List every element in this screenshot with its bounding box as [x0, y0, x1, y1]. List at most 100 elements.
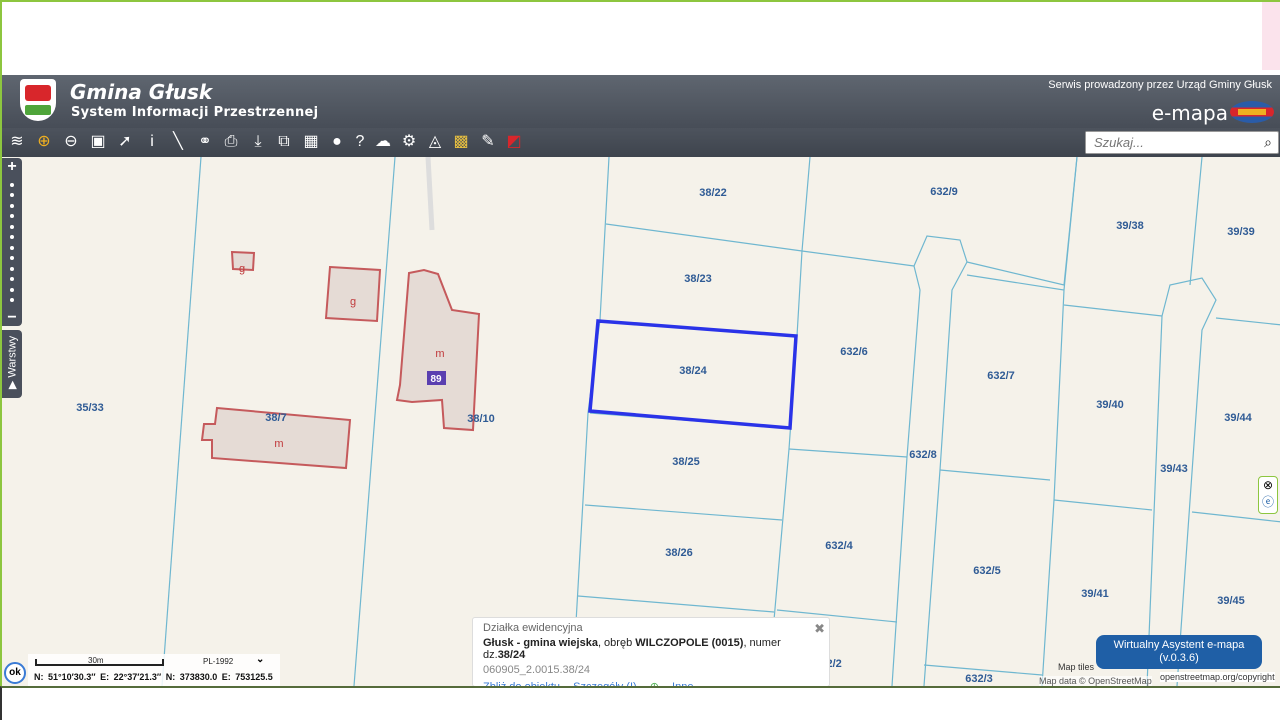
building-label: m: [274, 438, 283, 450]
parcel-label: 38/25: [672, 456, 700, 468]
gmina: Głusk - gmina wiejska: [483, 637, 598, 649]
scale-label: 30m: [88, 656, 104, 665]
parcel-label: 39/38: [1116, 220, 1144, 232]
zoom-out-button[interactable]: −: [2, 309, 22, 327]
address-number: 89: [430, 374, 442, 385]
building-label: g: [239, 263, 245, 275]
parcel-label: 38/23: [684, 273, 712, 285]
scroll-control[interactable]: [1262, 2, 1280, 70]
parcel-label: 39/43: [1160, 463, 1188, 475]
info-icon[interactable]: i: [141, 131, 163, 153]
zoom-level-tick[interactable]: [10, 298, 14, 302]
parcel-label: 35/33: [76, 402, 104, 414]
app-subtitle: System Informacji Przestrzennej: [71, 105, 319, 120]
red-flag-icon[interactable]: ◩: [503, 131, 525, 153]
user-chat-icon[interactable]: ✎: [477, 131, 499, 153]
zoom-level-tick[interactable]: [10, 245, 14, 250]
parcel-label: 38/22: [699, 187, 727, 199]
layers-icon[interactable]: ≋: [6, 131, 28, 153]
parcel-code: 060905_2.0015.38/24: [483, 664, 591, 676]
parcel-label: 632/5: [973, 565, 1001, 577]
emapa-brand[interactable]: e-mapa: [1152, 101, 1228, 125]
close-circle-icon[interactable]: ⊗: [1259, 477, 1277, 494]
obreb: WILCZOPOLE (0015): [635, 637, 744, 649]
parcel-map: 89 38/22 632/9 39/38 39/39 38/23 632/6 632/7 38…: [76, 157, 1280, 686]
zoom-level-tick[interactable]: [10, 287, 14, 292]
toolbar: ≋⊕⊖▣➚i╲⚭⎙⤓⧉▦●?☁⚙◬▩✎◩ ⌕: [0, 128, 1280, 157]
parcel-label: 39/39: [1227, 226, 1255, 238]
scale-coordinates-panel: 30m PL-1992 ⌄ N: 51°10′30.3″ E: 22°37′21…: [28, 654, 280, 686]
link-icon[interactable]: ⚭: [194, 131, 216, 153]
color-grid-icon[interactable]: ▩: [450, 131, 472, 153]
popup-title: Działka ewidencyjna: [483, 622, 583, 634]
building-label: g: [350, 296, 356, 308]
zoom-in-button[interactable]: +: [2, 158, 22, 176]
layout-icon[interactable]: ▦: [300, 131, 322, 153]
zoom-level-tick[interactable]: [10, 224, 14, 229]
parcel-label: 632/7: [987, 370, 1015, 382]
zoom-out-icon[interactable]: ⊖: [60, 131, 82, 153]
buildings: [200, 250, 481, 470]
parcel-info-popup: ✖ Działka ewidencyjna Głusk - gmina wiej…: [472, 617, 830, 693]
zoom-level-tick[interactable]: [10, 214, 14, 218]
zoom-level-tick[interactable]: [10, 266, 14, 271]
ok-button[interactable]: ok: [4, 662, 26, 684]
attribution-copyright[interactable]: openstreetmap.org/copyright: [1160, 672, 1275, 682]
emapa-logo: [1230, 101, 1274, 123]
comment-icon[interactable]: ●: [326, 131, 348, 153]
zoom-in-icon[interactable]: ⊕: [33, 131, 55, 153]
parcel-label: 38/26: [665, 547, 693, 559]
measure-icon[interactable]: ╲: [167, 131, 189, 153]
parcel-label: 632/4: [825, 540, 853, 552]
e-circle-icon[interactable]: ⓔ: [1259, 494, 1277, 511]
zoom-level-tick[interactable]: [10, 235, 14, 239]
parcel-label: 632/3: [965, 673, 993, 685]
app-title: Gmina Głusk: [70, 80, 213, 104]
popup-parcel-description: Głusk - gmina wiejska, obręb WILCZOPOLE …: [483, 637, 819, 661]
parcel-label: 39/44: [1224, 412, 1252, 424]
help-icon[interactable]: ?: [349, 131, 371, 153]
header: Gmina Głusk System Informacji Przestrzen…: [0, 75, 1280, 128]
service-note: Serwis prowadzony przez Urząd Gminy Głus…: [1048, 79, 1272, 91]
search-icon[interactable]: ⌕: [1264, 134, 1272, 151]
close-icon[interactable]: ✖: [814, 621, 825, 637]
virtual-assistant-button[interactable]: Wirtualny Asystent e-mapa (v.0.3.6): [1096, 635, 1262, 669]
triangle-icon[interactable]: ◬: [424, 131, 446, 153]
chevron-down-icon[interactable]: ⌄: [256, 654, 264, 665]
assistant-label: Wirtualny Asystent e-mapa: [1113, 639, 1245, 651]
settings-icon[interactable]: ⚙: [398, 131, 420, 153]
parcel-number: 38/24: [497, 649, 526, 661]
parcel-label: 39/45: [1217, 595, 1245, 607]
layers-tab[interactable]: ▶ Warstwy: [2, 330, 22, 398]
copy-icon[interactable]: ⧉: [273, 131, 295, 153]
print-icon[interactable]: ⎙: [220, 131, 242, 153]
zoom-slider[interactable]: + −: [2, 158, 22, 326]
zoom-level-tick[interactable]: [10, 203, 14, 208]
pointer-icon[interactable]: ➚: [114, 131, 136, 153]
parcel-label: 632/8: [909, 449, 937, 461]
crs-select[interactable]: PL-1992: [203, 657, 233, 666]
search-box: ⌕: [1085, 131, 1279, 154]
cursor-coordinates: N: 51°10′30.3″ E: 22°37′21.3″ N: 373830.…: [34, 672, 273, 682]
full-extent-icon[interactable]: ▣: [87, 131, 109, 153]
parcel-label: 632/9: [930, 186, 958, 198]
attribution-tiles: Map tiles: [1058, 662, 1095, 672]
zoom-level-tick[interactable]: [10, 193, 14, 197]
zoom-level-tick[interactable]: [10, 256, 14, 260]
browser-blank-area: [0, 0, 1280, 75]
parcel-label: 39/40: [1096, 399, 1124, 411]
zoom-level-tick[interactable]: [10, 182, 14, 187]
map-canvas[interactable]: 89 38/22 632/9 39/38 39/39 38/23 632/6 632/7 38…: [0, 157, 1280, 686]
parcel-label: 38/10: [467, 413, 495, 425]
layers-label: ▶ Warstwy: [6, 335, 19, 390]
obreb-prefix: , obręb: [597, 637, 636, 649]
parcel-label: 632/6: [840, 346, 868, 358]
search-input[interactable]: [1086, 132, 1246, 153]
building-label: m: [435, 348, 444, 360]
cloud-icon[interactable]: ☁: [372, 131, 394, 153]
zoom-level-tick[interactable]: [10, 277, 14, 281]
download-icon[interactable]: ⤓: [247, 131, 269, 153]
side-panel-buttons[interactable]: ⊗ ⓔ: [1258, 476, 1278, 514]
attribution-data[interactable]: Map data © OpenStreetMap: [1039, 676, 1152, 686]
crest-logo: [20, 79, 56, 121]
